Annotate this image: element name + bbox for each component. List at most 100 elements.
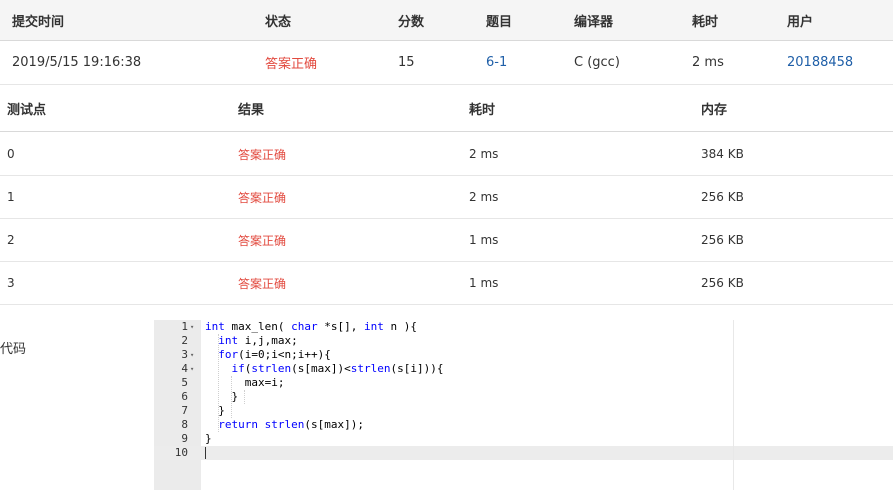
code-text: max=i; (205, 376, 285, 390)
line-number: 4 (181, 362, 188, 375)
duration-value: 2 ms (692, 55, 724, 70)
testcase-memory: 256 KB (701, 276, 744, 290)
submit-time: 2019/5/15 19:16:38 (12, 55, 142, 70)
code-keyword: if (231, 362, 245, 375)
fold-toggle-icon[interactable]: ▾ (190, 348, 198, 362)
code-text: } (205, 404, 225, 418)
code-line: 4 ▾ if(strlen(s[max])<strlen(s[i])){ (154, 362, 893, 376)
testcase-row: 0 答案正确 2 ms 384 KB (0, 133, 893, 176)
line-number: 8 (181, 418, 188, 431)
code-line: 9} (154, 432, 893, 446)
code-label: 代码 (0, 342, 27, 357)
code-token: (s[i])){ (390, 362, 444, 375)
code-token: } (205, 432, 212, 445)
code-line: 6 } (154, 390, 893, 404)
header-problem: 题目 (486, 14, 513, 30)
line-number: 10 (174, 446, 188, 459)
compiler-value: C (gcc) (574, 55, 620, 70)
fold-toggle-icon[interactable]: ▾ (190, 320, 198, 334)
testcase-id: 3 (7, 276, 15, 290)
line-number: 3 (181, 348, 188, 361)
testcase-time: 1 ms (469, 233, 499, 247)
testcase-row: 1 答案正确 2 ms 256 KB (0, 176, 893, 219)
header-score: 分数 (398, 14, 425, 30)
testcase-memory: 384 KB (701, 147, 744, 161)
code-text: for(i=0;i<n;i++){ (205, 348, 331, 362)
code-keyword: char (291, 320, 318, 333)
user-link[interactable]: 20188458 (787, 41, 853, 84)
testcase-time: 2 ms (469, 190, 499, 204)
testcase-memory: 256 KB (701, 233, 744, 247)
submission-row: 2019/5/15 19:16:38 答案正确 15 6-1 C (gcc) 2… (0, 41, 893, 85)
code-line: 8 return strlen(s[max]); (154, 418, 893, 432)
code-token: i,j,max; (238, 334, 298, 347)
code-keyword: strlen (264, 418, 305, 431)
header-time: 耗时 (469, 103, 496, 118)
code-keyword: int (218, 334, 239, 347)
submission-table-header: 提交时间 状态 分数 题目 编译器 耗时 用户 (0, 0, 893, 41)
line-number: 2 (181, 334, 188, 347)
header-compiler: 编译器 (574, 14, 614, 30)
line-number: 1 (181, 320, 188, 333)
testcase-time: 1 ms (469, 276, 499, 290)
status-accepted: 答案正确 (265, 57, 318, 72)
testcase-result: 答案正确 (238, 190, 287, 205)
header-testcase: 测试点 (7, 103, 47, 118)
code-keyword: return (218, 418, 258, 431)
code-keyword: for (218, 348, 239, 361)
header-user: 用户 (787, 14, 814, 30)
code-line: 7 } (154, 404, 893, 418)
testcase-id: 0 (7, 147, 15, 161)
testcase-table-header: 测试点 结果 耗时 内存 (0, 86, 893, 132)
testcase-result: 答案正确 (238, 276, 287, 291)
code-text: } (205, 432, 212, 446)
code-text: int max_len( char *s[], int n ){ (205, 320, 417, 334)
code-keyword: strlen (251, 362, 292, 375)
problem-link[interactable]: 6-1 (486, 41, 507, 84)
line-number: 5 (181, 376, 188, 389)
header-result: 结果 (238, 103, 265, 118)
testcase-result: 答案正确 (238, 233, 287, 248)
code-text: int i,j,max; (205, 334, 298, 348)
line-number: 6 (181, 390, 188, 403)
code-token: max=i; (205, 376, 285, 389)
testcase-memory: 256 KB (701, 190, 744, 204)
score-value: 15 (398, 55, 415, 70)
header-duration: 耗时 (692, 14, 719, 30)
code-keyword: strlen (350, 362, 391, 375)
code-token: } (205, 390, 239, 403)
header-status: 状态 (265, 14, 292, 30)
testcase-row: 3 答案正确 1 ms 256 KB (0, 262, 893, 305)
code-line: 1 ▾ int max_len( char *s[], int n ){ (154, 320, 893, 334)
line-number: 7 (181, 404, 188, 417)
code-text: } (205, 390, 238, 404)
code-token: (s[max])< (291, 362, 351, 375)
code-line: 10 (154, 446, 893, 460)
testcase-id: 1 (7, 190, 15, 204)
testcase-id: 2 (7, 233, 15, 247)
code-text: if(strlen(s[max])<strlen(s[i])){ (205, 362, 444, 376)
code-token: *s[], (317, 320, 364, 333)
code-line: 2 int i,j,max; (154, 334, 893, 348)
code-keyword: int (205, 320, 225, 333)
code-token: } (205, 404, 225, 417)
testcase-result: 答案正确 (238, 147, 287, 162)
testcase-time: 2 ms (469, 147, 499, 161)
code-token: max_len( (224, 320, 292, 333)
fold-toggle-icon[interactable]: ▾ (190, 362, 198, 376)
code-line: 3 ▾ for(i=0;i<n;i++){ (154, 348, 893, 362)
code-token: n ){ (383, 320, 417, 333)
header-submit-time: 提交时间 (12, 14, 65, 30)
testcase-row: 2 答案正确 1 ms 256 KB (0, 219, 893, 262)
code-line: 5 max=i; (154, 376, 893, 390)
line-number: 9 (181, 432, 188, 445)
code-text: return strlen(s[max]); (205, 418, 364, 432)
code-keyword: int (363, 320, 384, 333)
code-editor[interactable]: 1 ▾ int max_len( char *s[], int n ){2 int … (154, 320, 893, 490)
header-memory: 内存 (701, 103, 728, 118)
